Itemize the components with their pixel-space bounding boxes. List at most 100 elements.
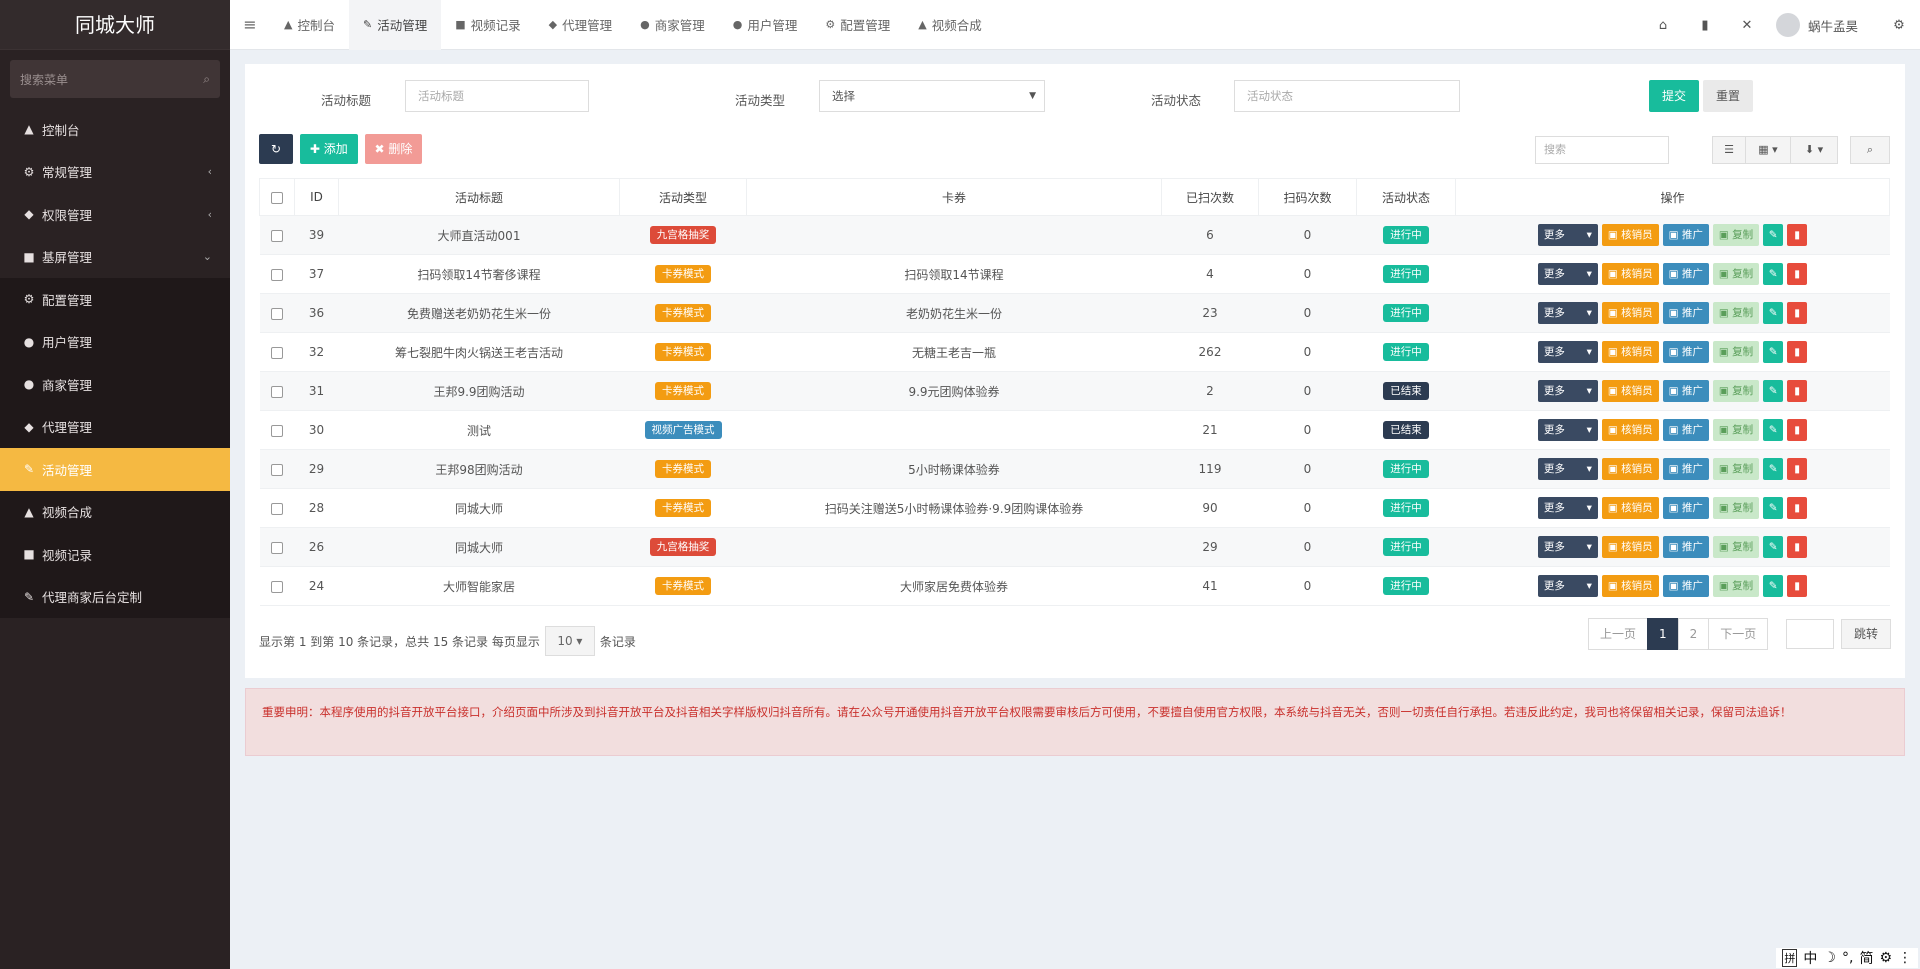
ime-chinese-icon[interactable]: 中 bbox=[1803, 948, 1817, 968]
col-header-id[interactable]: ID bbox=[294, 178, 339, 216]
tab-users[interactable]: ● 用户管理 bbox=[719, 0, 812, 50]
edit-button[interactable]: ✎ bbox=[1763, 224, 1784, 246]
more-dropdown-button[interactable]: 更多 ▾ bbox=[1537, 341, 1598, 363]
edit-button[interactable]: ✎ bbox=[1763, 302, 1784, 324]
page-button-1[interactable]: 1 bbox=[1647, 618, 1679, 650]
type-filter-select[interactable]: 选择 ▼ bbox=[819, 80, 1045, 112]
ime-settings-icon[interactable]: ⚙ bbox=[1879, 950, 1892, 966]
col-header-scanned[interactable]: 已扫次数 bbox=[1161, 178, 1259, 216]
sidebar-item-video-compose[interactable]: ▲ 视频合成 bbox=[0, 490, 230, 533]
copy-button[interactable]: ▣ 复制 bbox=[1712, 497, 1760, 519]
tab-video-compose[interactable]: ▲ 视频合成 bbox=[904, 0, 995, 50]
row-checkbox[interactable] bbox=[271, 385, 283, 398]
home-icon[interactable]: ⌂ bbox=[1642, 18, 1684, 33]
copy-button[interactable]: ▣ 复制 bbox=[1712, 458, 1760, 480]
row-checkbox[interactable] bbox=[271, 463, 283, 476]
edit-button[interactable]: ✎ bbox=[1763, 380, 1784, 402]
copy-button[interactable]: ▣ 复制 bbox=[1712, 380, 1760, 402]
delete-row-button[interactable]: ▮ bbox=[1787, 263, 1808, 285]
verifier-button[interactable]: ▣ 核销员 bbox=[1601, 536, 1659, 558]
verifier-button[interactable]: ▣ 核销员 bbox=[1601, 497, 1659, 519]
promote-button[interactable]: ▣ 推广 bbox=[1662, 380, 1709, 402]
row-select-cell[interactable] bbox=[259, 332, 295, 372]
delete-row-button[interactable]: ▮ bbox=[1787, 341, 1808, 363]
page-size-select[interactable]: 10 ▾ bbox=[544, 626, 595, 656]
edit-button[interactable]: ✎ bbox=[1763, 458, 1784, 480]
table-search-input[interactable]: 搜索 bbox=[1535, 136, 1669, 164]
trash-icon[interactable]: ▮ bbox=[1684, 18, 1726, 33]
delete-row-button[interactable]: ▮ bbox=[1787, 224, 1808, 246]
copy-button[interactable]: ▣ 复制 bbox=[1712, 224, 1760, 246]
row-select-cell[interactable] bbox=[259, 371, 295, 411]
more-dropdown-button[interactable]: 更多 ▾ bbox=[1537, 458, 1598, 480]
promote-button[interactable]: ▣ 推广 bbox=[1662, 224, 1709, 246]
promote-button[interactable]: ▣ 推广 bbox=[1662, 575, 1709, 597]
tab-agents[interactable]: ◆ 代理管理 bbox=[535, 0, 626, 50]
edit-button[interactable]: ✎ bbox=[1763, 497, 1784, 519]
more-dropdown-button[interactable]: 更多 ▾ bbox=[1537, 380, 1598, 402]
delete-button[interactable]: ✖ 删除 bbox=[364, 134, 423, 164]
col-header-type[interactable]: 活动类型 bbox=[619, 178, 747, 216]
edit-button[interactable]: ✎ bbox=[1763, 536, 1784, 558]
tab-video-records[interactable]: ■ 视频记录 bbox=[441, 0, 534, 50]
reset-button[interactable]: 重置 bbox=[1703, 80, 1753, 112]
menu-toggle-icon[interactable]: ≡ bbox=[230, 15, 270, 34]
delete-row-button[interactable]: ▮ bbox=[1787, 302, 1808, 324]
col-header-status[interactable]: 活动状态 bbox=[1356, 178, 1456, 216]
ime-more-icon[interactable]: ⋮ bbox=[1898, 950, 1912, 966]
col-header-title[interactable]: 活动标题 bbox=[338, 178, 620, 216]
edit-button[interactable]: ✎ bbox=[1763, 575, 1784, 597]
ime-pinyin-icon[interactable]: 拼 bbox=[1782, 949, 1798, 967]
select-all-cell[interactable] bbox=[259, 178, 295, 216]
sidebar-item-agents[interactable]: ◆ 代理管理 bbox=[0, 405, 230, 448]
more-dropdown-button[interactable]: 更多 ▾ bbox=[1537, 224, 1598, 246]
tab-config[interactable]: ⚙ 配置管理 bbox=[811, 0, 904, 50]
verifier-button[interactable]: ▣ 核销员 bbox=[1601, 458, 1659, 480]
edit-button[interactable]: ✎ bbox=[1763, 419, 1784, 441]
sidebar-item-activities[interactable]: ✎ 活动管理 bbox=[0, 448, 230, 491]
verifier-button[interactable]: ▣ 核销员 bbox=[1601, 341, 1659, 363]
copy-button[interactable]: ▣ 复制 bbox=[1712, 419, 1760, 441]
app-logo[interactable]: 同城大师 bbox=[0, 0, 230, 50]
copy-button[interactable]: ▣ 复制 bbox=[1712, 536, 1760, 558]
row-checkbox[interactable] bbox=[271, 307, 283, 320]
sidebar-item-users[interactable]: ● 用户管理 bbox=[0, 320, 230, 363]
promote-button[interactable]: ▣ 推广 bbox=[1662, 536, 1709, 558]
tab-dashboard[interactable]: ▲ 控制台 bbox=[270, 0, 349, 50]
next-page-button[interactable]: 下一页 bbox=[1708, 618, 1769, 650]
row-select-cell[interactable] bbox=[259, 449, 295, 489]
sidebar-item-custom-backend[interactable]: ✎ 代理商家后台定制 bbox=[0, 575, 230, 618]
col-header-coupon[interactable]: 卡券 bbox=[746, 178, 1162, 216]
verifier-button[interactable]: ▣ 核销员 bbox=[1601, 224, 1659, 246]
delete-row-button[interactable]: ▮ bbox=[1787, 497, 1808, 519]
tab-activities[interactable]: ✎ 活动管理 bbox=[348, 0, 442, 50]
row-checkbox[interactable] bbox=[271, 580, 283, 593]
advanced-search-icon[interactable]: ⌕ bbox=[1850, 136, 1890, 164]
more-dropdown-button[interactable]: 更多 ▾ bbox=[1537, 263, 1598, 285]
jump-button[interactable]: 跳转 bbox=[1841, 619, 1891, 649]
promote-button[interactable]: ▣ 推广 bbox=[1662, 458, 1709, 480]
sidebar-item-dashboard[interactable]: ▲ 控制台 bbox=[0, 108, 230, 151]
sidebar-item-screen[interactable]: ■ 基屏管理 ⌄ bbox=[0, 236, 230, 279]
columns-dropdown-icon[interactable]: ▦ ▾ bbox=[1745, 136, 1791, 164]
row-checkbox[interactable] bbox=[271, 502, 283, 515]
promote-button[interactable]: ▣ 推广 bbox=[1662, 341, 1709, 363]
delete-row-button[interactable]: ▮ bbox=[1787, 575, 1808, 597]
submit-button[interactable]: 提交 bbox=[1649, 80, 1699, 112]
copy-button[interactable]: ▣ 复制 bbox=[1712, 302, 1760, 324]
ime-simplified-icon[interactable]: 简 bbox=[1859, 948, 1873, 968]
row-checkbox[interactable] bbox=[271, 268, 283, 281]
copy-button[interactable]: ▣ 复制 bbox=[1712, 575, 1760, 597]
tab-merchants[interactable]: ● 商家管理 bbox=[626, 0, 719, 50]
title-filter-input[interactable]: 活动标题 bbox=[405, 80, 589, 112]
verifier-button[interactable]: ▣ 核销员 bbox=[1601, 419, 1659, 441]
verifier-button[interactable]: ▣ 核销员 bbox=[1601, 575, 1659, 597]
verifier-button[interactable]: ▣ 核销员 bbox=[1601, 302, 1659, 324]
sidebar-item-general[interactable]: ⚙ 常规管理 ‹ bbox=[0, 151, 230, 194]
col-header-scan-count[interactable]: 扫码次数 bbox=[1258, 178, 1357, 216]
row-select-cell[interactable] bbox=[259, 566, 295, 606]
more-dropdown-button[interactable]: 更多 ▾ bbox=[1537, 536, 1598, 558]
more-dropdown-button[interactable]: 更多 ▾ bbox=[1537, 302, 1598, 324]
sidebar-item-merchants[interactable]: ● 商家管理 bbox=[0, 363, 230, 406]
settings-icon[interactable]: ⚙ bbox=[1878, 18, 1920, 33]
